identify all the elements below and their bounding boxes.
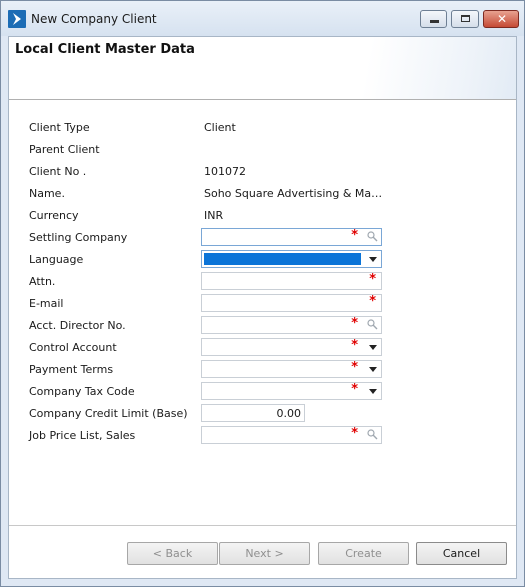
chevron-down-icon[interactable] (369, 367, 377, 372)
required-indicator: * (351, 338, 358, 353)
cancel-button[interactable]: Cancel (416, 542, 507, 565)
title-bar[interactable]: New Company Client ✕ (1, 1, 524, 36)
acct-director-label: Acct. Director No. (29, 319, 126, 332)
required-indicator: * (351, 228, 358, 243)
required-indicator: * (351, 360, 358, 375)
credit-limit-field[interactable]: 0.00 (201, 404, 305, 422)
next-button[interactable]: Next > (219, 542, 310, 565)
name-value: Soho Square Advertising & Mar... (204, 187, 384, 200)
page-title: Local Client Master Data (15, 42, 195, 57)
create-button[interactable]: Create (318, 542, 409, 565)
currency-label: Currency (29, 209, 79, 222)
back-button[interactable]: < Back (127, 542, 218, 565)
currency-value: INR (204, 209, 224, 222)
client-type-label: Client Type (29, 121, 90, 134)
row-acct-director: Acct. Director No. * (9, 316, 516, 336)
row-settling-company: Settling Company * (9, 228, 516, 248)
minimize-button[interactable] (420, 10, 447, 28)
client-no-value: 101072 (204, 165, 246, 178)
maximize-icon (461, 15, 470, 22)
language-dropdown[interactable] (201, 250, 382, 268)
required-indicator: * (351, 382, 358, 397)
window-title: New Company Client (31, 12, 157, 26)
control-account-dropdown[interactable]: * (201, 338, 382, 356)
client-type-value: Client (204, 121, 236, 134)
chevron-down-icon[interactable] (369, 257, 377, 262)
close-button[interactable]: ✕ (483, 10, 519, 28)
row-name: Name. Soho Square Advertising & Mar... (9, 184, 516, 204)
chevron-down-icon[interactable] (369, 345, 377, 350)
name-label: Name. (29, 187, 65, 200)
email-label: E-mail (29, 297, 64, 310)
row-language: Language (9, 250, 516, 270)
client-no-label: Client No . (29, 165, 87, 178)
payment-terms-dropdown[interactable]: * (201, 360, 382, 378)
chevron-down-icon[interactable] (369, 389, 377, 394)
attn-label: Attn. (29, 275, 56, 288)
company-tax-code-dropdown[interactable]: * (201, 382, 382, 400)
search-icon[interactable] (367, 429, 378, 440)
row-credit-limit: Company Credit Limit (Base) 0.00 (9, 404, 516, 424)
credit-limit-value: 0.00 (276, 407, 302, 420)
maximize-button[interactable] (451, 10, 479, 28)
header-panel: Local Client Master Data (9, 37, 516, 99)
required-indicator: * (369, 294, 376, 309)
company-tax-code-label: Company Tax Code (29, 385, 135, 398)
row-job-price-list: Job Price List, Sales * (9, 426, 516, 446)
job-price-list-field[interactable]: * (201, 426, 382, 444)
row-company-tax-code: Company Tax Code * (9, 382, 516, 402)
search-icon[interactable] (367, 319, 378, 330)
row-email: E-mail * (9, 294, 516, 314)
dialog-window: New Company Client ✕ Local Client Master… (0, 0, 525, 587)
close-icon: ✕ (497, 12, 508, 26)
job-price-list-label: Job Price List, Sales (29, 429, 136, 442)
row-client-no: Client No . 101072 (9, 162, 516, 182)
settling-company-label: Settling Company (29, 231, 128, 244)
payment-terms-label: Payment Terms (29, 363, 114, 376)
row-payment-terms: Payment Terms * (9, 360, 516, 380)
acct-director-field[interactable]: * (201, 316, 382, 334)
email-field[interactable]: * (201, 294, 382, 312)
dialog-body: Local Client Master Data Client Type Cli… (8, 36, 517, 579)
required-indicator: * (351, 426, 358, 441)
search-icon[interactable] (367, 231, 378, 242)
settling-company-field[interactable]: * (201, 228, 382, 246)
required-indicator: * (351, 316, 358, 331)
language-selection-highlight (204, 253, 361, 265)
credit-limit-label: Company Credit Limit (Base) (29, 407, 188, 420)
control-account-label: Control Account (29, 341, 117, 354)
footer-divider (9, 525, 516, 526)
row-control-account: Control Account * (9, 338, 516, 358)
parent-client-label: Parent Client (29, 143, 100, 156)
row-currency: Currency INR (9, 206, 516, 226)
header-divider (9, 99, 516, 100)
minimize-icon (430, 20, 439, 23)
row-parent-client: Parent Client (9, 140, 516, 160)
app-icon (8, 10, 26, 28)
row-client-type: Client Type Client (9, 118, 516, 138)
language-label: Language (29, 253, 84, 266)
row-attn: Attn. * (9, 272, 516, 292)
attn-field[interactable]: * (201, 272, 382, 290)
required-indicator: * (369, 272, 376, 287)
